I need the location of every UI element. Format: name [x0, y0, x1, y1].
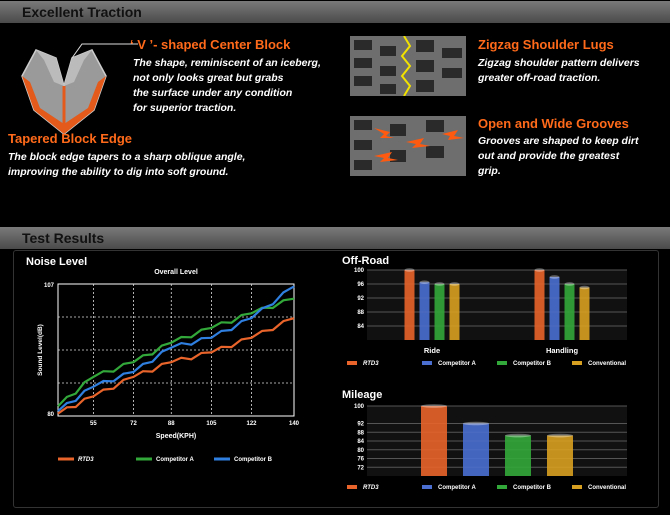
offroad-legend-swatch	[497, 361, 507, 365]
offroad-category-label: Handling	[546, 346, 578, 355]
zigzag-description: Zigzag shoulder pattern delivers greater…	[478, 57, 640, 84]
offroad-y-tick: 100	[354, 268, 365, 274]
noise-chart-subtitle: Overall Level	[154, 269, 198, 276]
noise-x-tick: 55	[90, 421, 97, 427]
noise-x-axis-label: Speed(KPH)	[156, 433, 196, 440]
tapered-title: Tapered Block Edge	[8, 131, 133, 146]
noise-x-tick: 122	[247, 421, 258, 427]
mileage-y-tick: 72	[357, 465, 364, 471]
mileage-bar-cap	[547, 433, 573, 438]
offroad-bar-cap	[449, 282, 460, 286]
mileage-y-tick: 100	[354, 404, 365, 410]
offroad-bar	[404, 270, 415, 340]
noise-legend-label: Competitor B	[234, 457, 273, 463]
offroad-bar	[419, 282, 430, 340]
noise-y-tick: 80	[47, 412, 54, 418]
offroad-category-label: Ride	[424, 346, 440, 355]
mileage-legend-label: Competitor B	[513, 485, 552, 491]
noise-chart: Overall Level 55 72 88 105 122 140 107 80 Speed(K…	[37, 269, 300, 463]
offroad-y-tick: 92	[357, 296, 364, 302]
offroad-bar	[449, 284, 460, 340]
section-header-traction: Excellent Traction	[0, 1, 670, 23]
mileage-legend-label: Conventional	[588, 485, 626, 491]
noise-legend-label: Competitor A	[156, 457, 194, 463]
mileage-bar-cap	[463, 421, 489, 426]
offroad-y-tick: 84	[357, 324, 364, 330]
offroad-bar-cap	[564, 282, 575, 286]
zigzag-title: Zigzag Shoulder Lugs	[478, 37, 614, 52]
offroad-bar	[534, 270, 545, 340]
offroad-bar	[579, 287, 590, 340]
grooves-title: Open and Wide Grooves	[478, 116, 629, 131]
noise-y-axis-label: Sound Level(dB)	[37, 324, 44, 376]
mileage-y-tick: 80	[357, 448, 364, 454]
v-center-description: The shape, reminiscent of an iceberg, no…	[133, 57, 321, 114]
section-title: Test Results	[22, 230, 105, 246]
mileage-legend-swatch	[572, 485, 582, 489]
offroad-bar-cap	[579, 285, 590, 290]
offroad-legend-label: Competitor B	[513, 361, 552, 367]
noise-legend-label: RTD3	[78, 457, 94, 463]
mileage-legend-label: RTD3	[363, 485, 379, 491]
noise-x-tick: 88	[168, 421, 175, 427]
mileage-y-tick: 84	[357, 439, 364, 445]
mileage-legend-label: Competitor A	[438, 485, 476, 491]
offroad-chart: 84 88 92 96 100 Ride Handling RTD3 Competitor A C…	[347, 268, 627, 367]
offroad-y-tick: 96	[357, 282, 364, 288]
noise-x-tick: 72	[130, 421, 137, 427]
offroad-legend-label: RTD3	[363, 361, 379, 367]
mileage-legend-swatch	[347, 485, 357, 489]
offroad-legend-swatch	[422, 361, 432, 365]
offroad-bar-cap	[549, 275, 560, 279]
mileage-bar-cap	[505, 433, 531, 438]
mileage-y-tick: 92	[357, 422, 364, 428]
offroad-y-tick: 88	[357, 310, 364, 316]
offroad-bar	[564, 284, 575, 340]
zigzag-tread-photo-icon	[350, 36, 466, 96]
offroad-bar	[549, 277, 560, 340]
offroad-bar-cap	[419, 280, 430, 285]
mileage-y-tick: 76	[357, 457, 364, 463]
mileage-bar	[421, 406, 447, 476]
mileage-legend-swatch	[497, 485, 507, 489]
mileage-bar	[505, 435, 531, 476]
mileage-y-tick: 88	[357, 430, 364, 436]
offroad-bar	[434, 284, 445, 340]
mileage-bar-cap	[421, 404, 447, 408]
mileage-bar	[547, 435, 573, 476]
grooves-description: Grooves are shaped to keep dirt out and …	[478, 135, 639, 177]
offroad-legend-swatch	[347, 361, 357, 365]
tapered-description: The block edge tapers to a sharp oblique…	[8, 151, 246, 178]
offroad-bar-cap	[434, 282, 445, 286]
noise-x-tick: 105	[206, 421, 217, 427]
mileage-legend-swatch	[422, 485, 432, 489]
offroad-legend-label: Conventional	[588, 361, 626, 367]
offroad-bar-cap	[534, 268, 545, 272]
noise-y-tick: 107	[44, 283, 55, 289]
section-title: Excellent Traction	[22, 4, 142, 20]
section-header-test-results: Test Results	[0, 227, 670, 249]
offroad-legend-swatch	[572, 361, 582, 365]
offroad-legend-label: Competitor A	[438, 361, 476, 367]
mileage-bar	[463, 423, 489, 476]
v-center-title: ‘ V ’- shaped Center Block	[130, 37, 291, 52]
noise-x-tick: 140	[289, 421, 300, 427]
mileage-chart: 72 76 80 84 88 92 100 RTD3 Competitor A Competito…	[347, 404, 627, 491]
offroad-bar-cap	[404, 268, 415, 272]
groove-tread-photo-icon	[350, 116, 466, 176]
